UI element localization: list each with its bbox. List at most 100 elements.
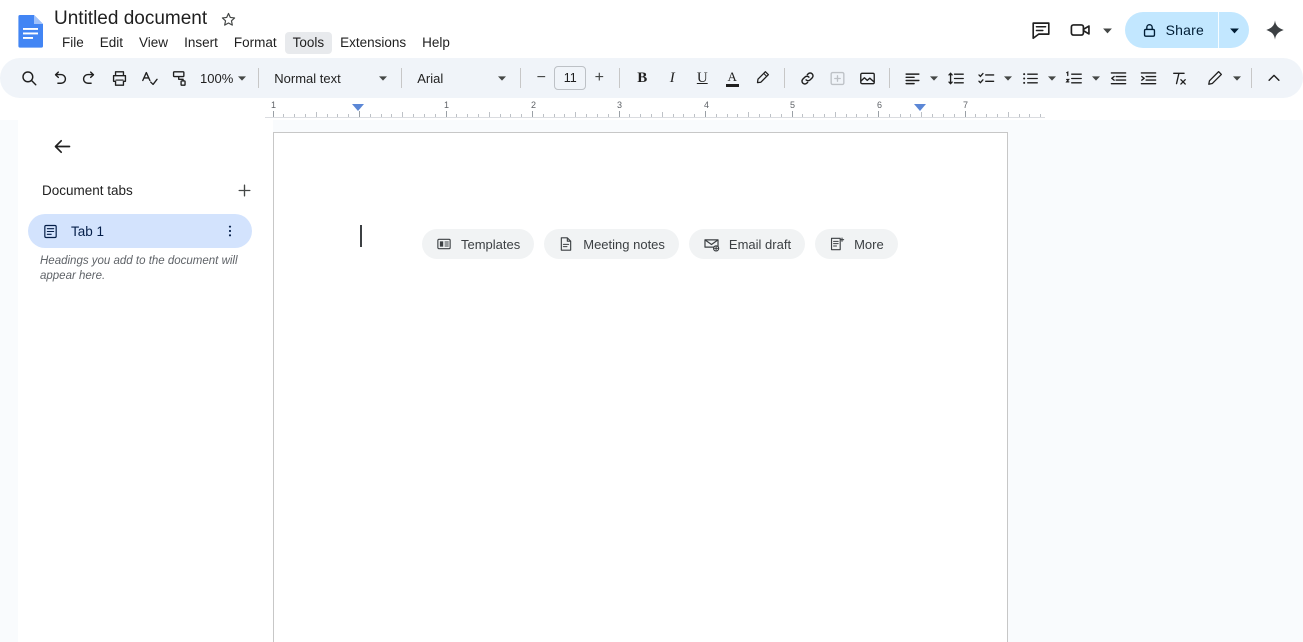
font-caret-down-icon[interactable] [495, 73, 509, 83]
building-blocks-chips: Templates Meeting notes Email draft More [422, 229, 898, 259]
comment-history-icon[interactable] [1021, 10, 1061, 50]
menu-file[interactable]: File [54, 32, 92, 54]
share-button[interactable]: Share [1125, 12, 1218, 48]
paragraph-style-caret-down-icon[interactable] [376, 73, 390, 83]
right-indent-marker[interactable] [914, 104, 926, 111]
app-header: Untitled document File Edit View Insert … [0, 0, 1303, 60]
title-row: Untitled document [54, 7, 239, 31]
zoom-value: 100% [200, 70, 234, 86]
tabs-hint-text: Headings you add to the document will ap… [40, 255, 238, 282]
ruler-label: 4 [704, 100, 710, 110]
pencil-edit-icon[interactable] [1200, 63, 1230, 93]
document-page[interactable]: Templates Meeting notes Email draft More [273, 132, 1008, 642]
editing-mode-group [1200, 63, 1244, 93]
star-outline-icon[interactable] [217, 8, 239, 30]
increase-font-size-button[interactable]: + [586, 65, 612, 91]
align-caret-down-icon[interactable] [927, 73, 941, 83]
ruler-baseline [265, 117, 1045, 118]
document-tab-icon [42, 223, 59, 240]
line-spacing-icon[interactable] [941, 63, 971, 93]
zoom-caret-down-icon[interactable] [235, 73, 249, 83]
gemini-sparkle-icon[interactable] [1255, 10, 1295, 50]
italic-icon: I [669, 69, 675, 86]
align-left-icon[interactable] [897, 63, 927, 93]
left-indent-marker[interactable] [352, 104, 364, 111]
bulleted-list-icon[interactable] [1015, 63, 1045, 93]
menu-tools[interactable]: Tools [284, 32, 333, 54]
insert-link-icon[interactable] [792, 63, 822, 93]
add-tab-icon[interactable] [230, 176, 258, 204]
spellcheck-icon[interactable] [134, 63, 164, 93]
menu-edit[interactable]: Edit [92, 32, 131, 54]
underline-icon: U [696, 69, 708, 86]
bulleted-list-caret-down-icon[interactable] [1045, 73, 1059, 83]
ruler-label: 1 [444, 100, 450, 110]
horizontal-ruler[interactable]: 1 1 2 3 4 5 6 7 [0, 100, 1303, 120]
more-vertical-icon[interactable] [218, 219, 242, 243]
ruler-label: 5 [790, 100, 796, 110]
checklist-caret-down-icon[interactable] [1001, 73, 1015, 83]
toolbar-divider [784, 68, 786, 88]
zoom-control[interactable]: 100% [194, 64, 251, 92]
redo-icon[interactable] [74, 63, 104, 93]
menu-extensions[interactable]: Extensions [332, 32, 414, 54]
document-title[interactable]: Untitled document [54, 7, 207, 31]
toolbar-divider [520, 68, 522, 88]
search-icon[interactable] [14, 63, 44, 93]
font-size-input[interactable]: 11 [554, 66, 587, 90]
back-arrow-icon[interactable] [44, 128, 80, 164]
bold-button[interactable]: B [627, 63, 657, 93]
numbered-list-caret-down-icon[interactable] [1089, 73, 1103, 83]
document-tabs-title: Document tabs [42, 182, 133, 198]
chip-email-draft[interactable]: Email draft [688, 229, 806, 259]
ruler-label: 2 [531, 100, 537, 110]
add-comment-icon[interactable] [822, 63, 852, 93]
numbered-list-icon[interactable] [1059, 63, 1089, 93]
checklist-icon[interactable] [971, 63, 1001, 93]
insert-image-icon[interactable] [852, 63, 882, 93]
highlight-pen-icon[interactable] [747, 63, 777, 93]
decrease-indent-icon[interactable] [1103, 63, 1133, 93]
print-icon[interactable] [104, 63, 134, 93]
templates-icon [436, 236, 452, 252]
toolbar-divider [1251, 68, 1252, 88]
italic-button[interactable]: I [657, 63, 687, 93]
font-family-select[interactable]: Arial [409, 64, 513, 92]
ruler-label: 1 [271, 100, 277, 110]
toolbar: 100% Normal text Arial − 11 + B I U A [0, 58, 1303, 98]
video-camera-icon[interactable] [1061, 10, 1101, 50]
meeting-notes-icon [558, 236, 574, 252]
google-docs-icon[interactable] [16, 14, 46, 48]
menu-insert[interactable]: Insert [176, 32, 226, 54]
toolbar-divider [619, 68, 621, 88]
document-tabs-sidebar: Document tabs Tab 1 Headings you add to … [18, 120, 273, 642]
paint-format-icon[interactable] [164, 63, 194, 93]
numbered-list-group [1059, 63, 1103, 93]
sidebar-item-tab-1[interactable]: Tab 1 [28, 214, 252, 248]
increase-indent-icon[interactable] [1133, 63, 1163, 93]
chevron-up-icon[interactable] [1259, 63, 1289, 93]
menu-help[interactable]: Help [414, 32, 458, 54]
undo-icon[interactable] [44, 63, 74, 93]
paragraph-style-select[interactable]: Normal text [266, 64, 394, 92]
header-actions: Share [1021, 0, 1295, 60]
chip-label: Email draft [728, 236, 792, 252]
clear-formatting-icon[interactable] [1163, 63, 1193, 93]
meet-caret-down-icon[interactable] [1101, 25, 1115, 36]
underline-button[interactable]: U [687, 63, 717, 93]
chip-meeting-notes[interactable]: Meeting notes [544, 229, 679, 259]
align-group [897, 63, 941, 93]
chip-label: Templates [461, 236, 521, 252]
text-color-button[interactable]: A [717, 63, 747, 93]
menu-format[interactable]: Format [226, 32, 285, 54]
chip-templates[interactable]: Templates [422, 229, 535, 259]
share-caret-down-icon[interactable] [1219, 12, 1249, 48]
decrease-font-size-button[interactable]: − [528, 65, 554, 91]
share-divider [1218, 12, 1219, 48]
ruler-label: 6 [877, 100, 883, 110]
menu-view[interactable]: View [131, 32, 176, 54]
font-size-group: − 11 + [528, 65, 612, 91]
chip-more[interactable]: More [815, 229, 898, 259]
editing-mode-caret-down-icon[interactable] [1230, 73, 1244, 83]
more-building-blocks-icon [829, 236, 845, 252]
